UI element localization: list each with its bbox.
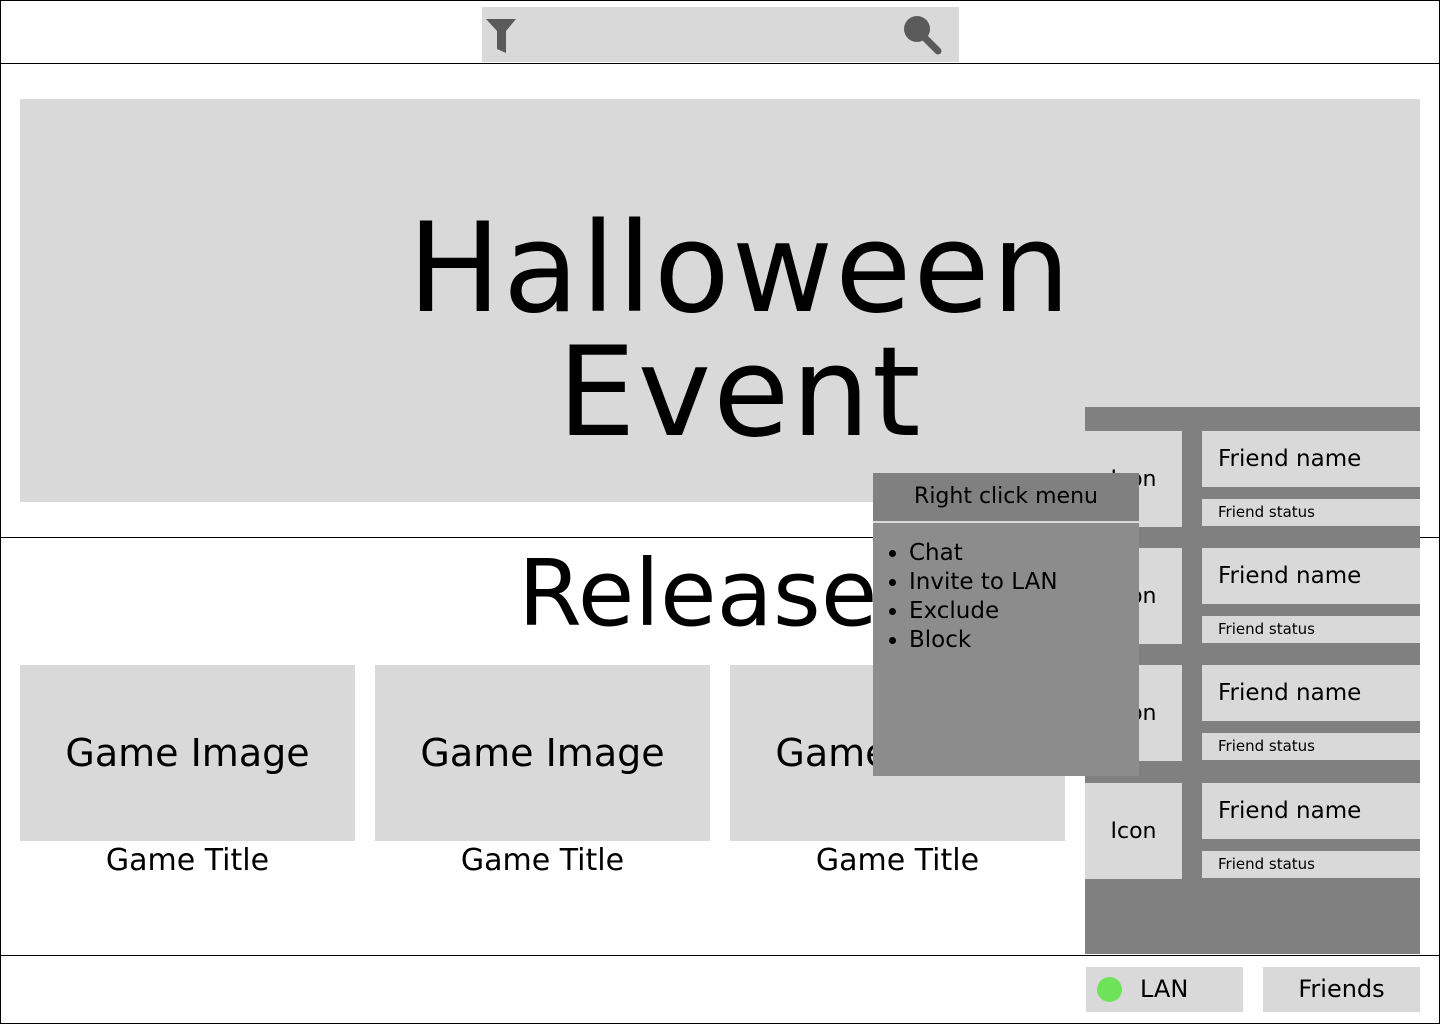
friend-name[interactable]: Friend name — [1202, 548, 1420, 604]
friend-name[interactable]: Friend name — [1202, 431, 1420, 487]
friend-name[interactable]: Friend name — [1202, 783, 1420, 839]
friend-name[interactable]: Friend name — [1202, 665, 1420, 721]
footer-divider — [0, 955, 1440, 956]
lan-button[interactable]: LAN — [1086, 967, 1243, 1012]
context-menu-list: Chat Invite to LAN Exclude Block — [873, 539, 1058, 655]
game-image[interactable]: Game Image — [20, 665, 355, 841]
game-title[interactable]: Game Title — [375, 843, 710, 878]
menu-item-invite-to-lan[interactable]: Invite to LAN — [909, 568, 1058, 597]
menu-item-chat[interactable]: Chat — [909, 539, 1058, 568]
context-menu-title: Right click menu — [873, 473, 1139, 521]
game-title[interactable]: Game Title — [20, 843, 355, 878]
menu-item-exclude[interactable]: Exclude — [909, 597, 1058, 626]
filter-icon[interactable] — [486, 19, 516, 53]
game-card[interactable]: Game Image Game Title — [20, 665, 355, 895]
menu-item-block[interactable]: Block — [909, 626, 1058, 655]
header-divider — [0, 63, 1440, 64]
lan-status-dot — [1097, 977, 1122, 1002]
context-menu-divider — [873, 521, 1139, 523]
friend-status: Friend status — [1202, 616, 1420, 643]
lan-label: LAN — [1140, 975, 1189, 1003]
game-title[interactable]: Game Title — [730, 843, 1065, 878]
context-menu: Right click menu Chat Invite to LAN Excl… — [873, 473, 1139, 776]
releases-heading: Releases — [518, 540, 926, 647]
search-bar[interactable] — [482, 7, 959, 62]
friend-status: Friend status — [1202, 733, 1420, 760]
friend-avatar[interactable]: Icon — [1085, 783, 1182, 879]
game-card[interactable]: Game Image Game Title — [375, 665, 710, 895]
friends-button[interactable]: Friends — [1263, 967, 1420, 1012]
friend-status: Friend status — [1202, 499, 1420, 526]
friend-status: Friend status — [1202, 851, 1420, 878]
search-icon[interactable] — [901, 13, 945, 57]
game-image[interactable]: Game Image — [375, 665, 710, 841]
